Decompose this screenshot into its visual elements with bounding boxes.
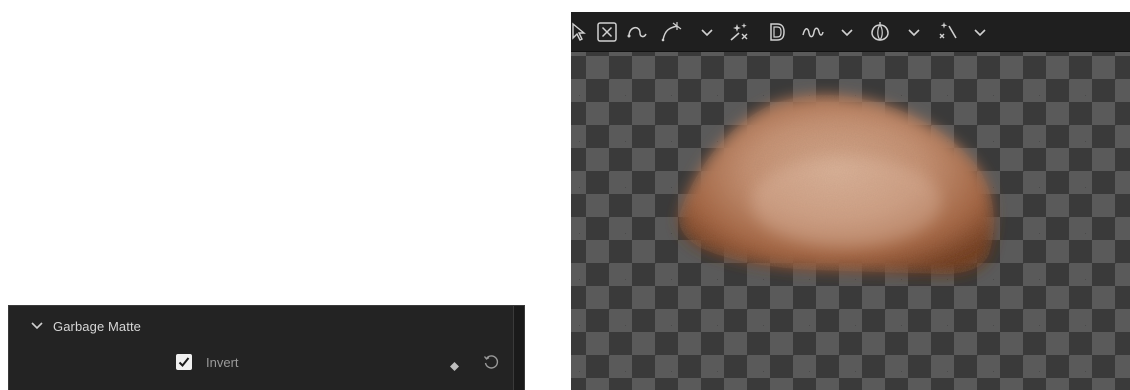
invert-label: Invert — [206, 355, 239, 370]
section-title: Garbage Matte — [53, 318, 142, 334]
garbage-matte-header[interactable]: Garbage Matte — [9, 306, 514, 346]
invert-checkbox[interactable] — [176, 354, 192, 370]
checkmark-icon — [178, 357, 190, 367]
wand-icon[interactable] — [935, 20, 959, 44]
bspline-icon[interactable] — [659, 20, 683, 44]
freehand-icon[interactable] — [801, 20, 825, 44]
keyframe-diamond-icon[interactable] — [450, 358, 459, 371]
dropdown-icon[interactable] — [902, 20, 926, 44]
onion-skin-icon[interactable] — [868, 20, 892, 44]
invert-row: Invert — [9, 346, 514, 386]
reset-icon[interactable] — [482, 353, 500, 371]
polyline-icon[interactable] — [626, 20, 650, 44]
viewer-panel — [571, 12, 1130, 390]
panel-scrollbar[interactable] — [513, 306, 524, 390]
masked-image — [679, 95, 994, 274]
dropdown-icon[interactable] — [835, 20, 859, 44]
mask-toolbar — [571, 12, 1130, 52]
inspector-panel: Garbage Matte Invert — [8, 305, 525, 390]
chevron-down-icon[interactable] — [29, 318, 45, 334]
select-tool-icon[interactable] — [567, 20, 591, 44]
d-shape-icon[interactable] — [765, 20, 789, 44]
viewer-canvas[interactable] — [571, 52, 1130, 390]
no-mask-icon[interactable] — [595, 20, 619, 44]
dropdown-icon[interactable] — [695, 20, 719, 44]
dropdown-icon[interactable] — [968, 20, 992, 44]
magic-point-icon[interactable] — [727, 20, 751, 44]
